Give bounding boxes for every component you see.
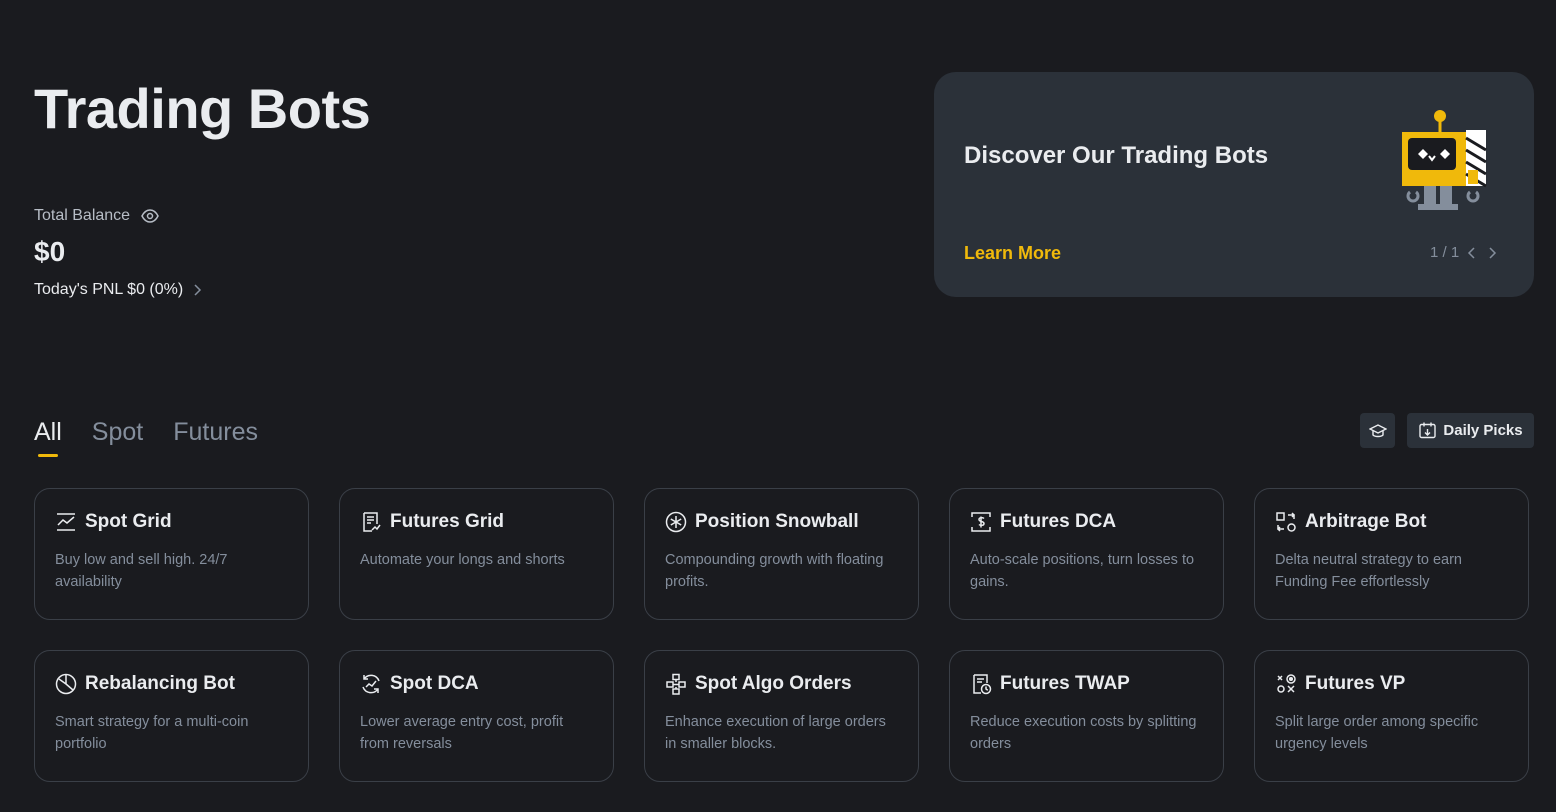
arbitrage-icon xyxy=(1275,511,1297,533)
robot-illustration xyxy=(1396,108,1492,214)
snowflake-icon xyxy=(665,511,687,533)
graduation-cap-icon xyxy=(1368,422,1387,440)
page-title: Trading Bots xyxy=(34,77,371,140)
bot-title: Spot Algo Orders xyxy=(695,673,852,694)
tab-all[interactable]: All xyxy=(34,418,62,461)
bot-card-spot-grid[interactable]: Spot Grid Buy low and sell high. 24/7 av… xyxy=(34,488,309,620)
grid-chart-icon xyxy=(55,511,77,533)
bot-title: Spot Grid xyxy=(85,511,172,532)
tab-spot[interactable]: Spot xyxy=(92,418,143,461)
bot-card-rebalancing-bot[interactable]: Rebalancing Bot Smart strategy for a mul… xyxy=(34,650,309,782)
chevron-right-icon[interactable] xyxy=(1485,246,1499,260)
bot-card-spot-dca[interactable]: Spot DCA Lower average entry cost, profi… xyxy=(339,650,614,782)
bot-category-tabs: All Spot Futures xyxy=(34,418,258,461)
pager-text: 1 / 1 xyxy=(1430,244,1460,261)
eye-icon[interactable] xyxy=(140,206,160,226)
chevron-left-icon[interactable] xyxy=(1465,246,1479,260)
bot-card-futures-twap[interactable]: Futures TWAP Reduce execution costs by s… xyxy=(949,650,1224,782)
bot-description: Lower average entry cost, profit from re… xyxy=(360,714,564,752)
document-clock-icon xyxy=(970,673,992,695)
todays-pnl-text: Today's PNL $0 (0%) xyxy=(34,281,184,298)
bot-description: Enhance execution of large orders in sma… xyxy=(665,714,886,752)
bot-card-futures-grid[interactable]: Futures Grid Automate your longs and sho… xyxy=(339,488,614,620)
bot-description: Reduce execution costs by splitting orde… xyxy=(970,714,1197,752)
banner-title: Discover Our Trading Bots xyxy=(964,142,1269,169)
bot-card-futures-dca[interactable]: Futures DCA Auto-scale positions, turn l… xyxy=(949,488,1224,620)
bot-title: Futures VP xyxy=(1305,673,1406,694)
bot-description: Auto-scale positions, turn losses to gai… xyxy=(970,552,1195,590)
pie-chart-icon xyxy=(55,673,77,695)
bot-title: Rebalancing Bot xyxy=(85,673,235,694)
daily-picks-label: Daily Picks xyxy=(1443,422,1523,439)
bot-description: Compounding growth with floating profits… xyxy=(665,552,884,590)
bot-title: Futures DCA xyxy=(1000,511,1117,532)
bot-card-arbitrage-bot[interactable]: Arbitrage Bot Delta neutral strategy to … xyxy=(1254,488,1529,620)
bot-description: Buy low and sell high. 24/7 availability xyxy=(55,552,228,590)
bot-description: Split large order among specific urgency… xyxy=(1275,714,1479,752)
bot-description: Automate your longs and shorts xyxy=(360,552,565,568)
bot-title: Position Snowball xyxy=(695,511,859,532)
bot-card-futures-vp[interactable]: Futures VP Split large order among speci… xyxy=(1254,650,1529,782)
bot-title: Spot DCA xyxy=(390,673,479,694)
promo-banner: Discover Our Trading Bots Learn More 1 /… xyxy=(934,72,1534,297)
bots-grid: Spot Grid Buy low and sell high. 24/7 av… xyxy=(34,488,1529,782)
learn-more-link[interactable]: Learn More xyxy=(964,243,1061,264)
target-grid-icon xyxy=(1275,673,1297,695)
bot-title: Futures TWAP xyxy=(1000,673,1130,694)
calendar-download-icon xyxy=(1418,421,1437,440)
bot-card-position-snowball[interactable]: Position Snowball Compounding growth wit… xyxy=(644,488,919,620)
bot-description: Smart strategy for a multi-coin portfoli… xyxy=(55,714,249,752)
tab-futures[interactable]: Futures xyxy=(173,418,258,461)
chevron-right-icon xyxy=(191,284,203,296)
document-chart-icon xyxy=(360,511,382,533)
blocks-icon xyxy=(665,673,687,695)
bot-title: Arbitrage Bot xyxy=(1305,511,1427,532)
daily-picks-button[interactable]: Daily Picks xyxy=(1407,413,1534,448)
bot-title: Futures Grid xyxy=(390,511,505,532)
refresh-chart-icon xyxy=(360,673,382,695)
banner-pager: 1 / 1 xyxy=(1430,244,1499,261)
bot-description: Delta neutral strategy to earn Funding F… xyxy=(1275,552,1462,590)
dollar-frame-icon xyxy=(970,511,992,533)
total-balance-label: Total Balance xyxy=(34,206,160,226)
total-balance-text: Total Balance xyxy=(34,207,131,224)
bot-card-spot-algo-orders[interactable]: Spot Algo Orders Enhance execution of la… xyxy=(644,650,919,782)
academy-button[interactable] xyxy=(1360,413,1395,448)
todays-pnl-link[interactable]: Today's PNL $0 (0%) xyxy=(34,281,203,299)
total-balance-value: $0 xyxy=(34,236,66,267)
